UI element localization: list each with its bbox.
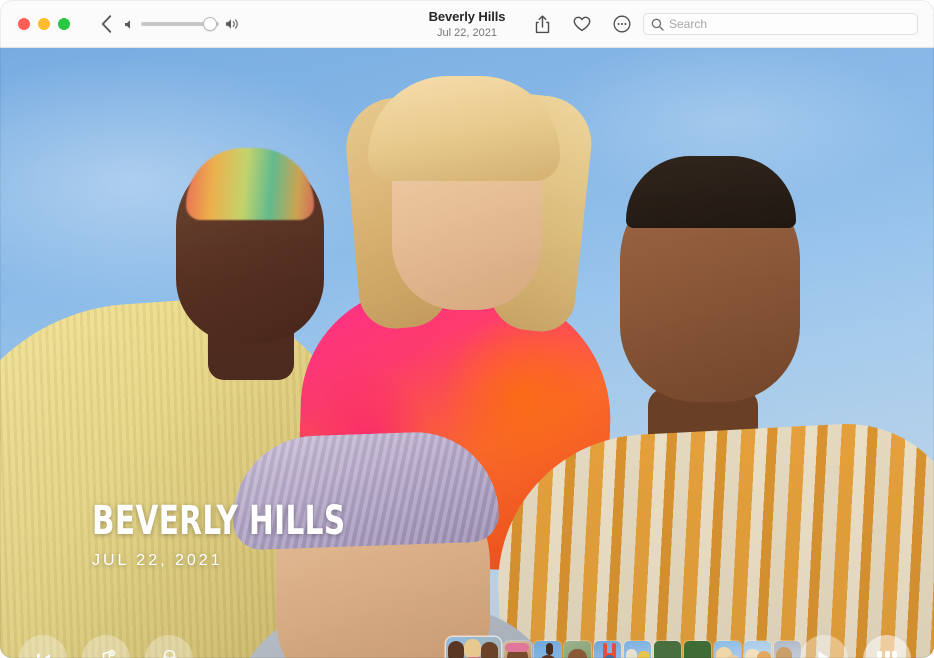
memory-title: BEVERLY HILLS	[92, 500, 346, 542]
more-options-button[interactable]	[612, 14, 632, 34]
thumbnail-item[interactable]	[564, 641, 591, 658]
thumbnail-item[interactable]	[684, 641, 711, 658]
more-options-icon	[613, 15, 631, 33]
volume-control[interactable]	[124, 18, 240, 30]
photos-memory-window: Beverly Hills Jul 22, 2021	[0, 0, 934, 658]
grid-icon	[877, 651, 897, 658]
zoom-button[interactable]	[58, 18, 70, 30]
thumbnail-item[interactable]	[624, 641, 651, 658]
thumbnail-item[interactable]	[594, 641, 621, 658]
memory-filmstrip[interactable]	[446, 637, 801, 658]
minimize-button[interactable]	[38, 18, 50, 30]
memory-photo[interactable]: BEVERLY HILLS JUL 22, 2021	[0, 48, 934, 658]
thumbnail-item[interactable]	[774, 641, 801, 658]
thumbnail-item[interactable]	[534, 641, 561, 658]
volume-slider-track[interactable]	[141, 22, 219, 26]
chevron-left-icon	[101, 15, 112, 33]
thumbnail-item[interactable]	[714, 641, 741, 658]
thumbnail-item[interactable]	[504, 641, 531, 658]
toolbar-actions	[532, 14, 632, 34]
thumbnail-item[interactable]	[654, 641, 681, 658]
volume-slider-knob[interactable]	[203, 17, 217, 31]
share-icon	[535, 15, 550, 34]
skip-back-icon	[35, 652, 52, 658]
heart-icon	[573, 16, 591, 32]
share-button[interactable]	[532, 14, 552, 34]
memory-caption: BEVERLY HILLS JUL 22, 2021	[92, 500, 401, 570]
speaker-high-icon	[225, 18, 240, 30]
music-note-plus-icon	[96, 649, 116, 658]
thumbnail-selected[interactable]	[446, 637, 501, 658]
color-wheel-icon	[159, 649, 180, 658]
search-field[interactable]: Search	[643, 13, 918, 35]
search-icon	[651, 18, 664, 31]
traffic-lights	[18, 18, 70, 30]
memory-date: JUL 22, 2021	[92, 552, 401, 570]
search-input[interactable]: Search	[669, 17, 707, 31]
thumbnail-item[interactable]	[744, 641, 771, 658]
play-icon	[815, 649, 833, 658]
speaker-low-icon	[124, 19, 135, 30]
window-toolbar: Beverly Hills Jul 22, 2021	[0, 0, 934, 48]
close-button[interactable]	[18, 18, 30, 30]
back-button[interactable]	[96, 14, 116, 34]
favorite-button[interactable]	[572, 14, 592, 34]
